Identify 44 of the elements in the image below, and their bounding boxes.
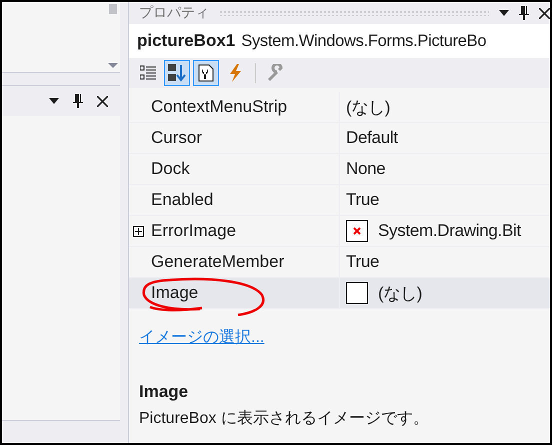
properties-button[interactable] xyxy=(193,60,219,86)
wrench-icon xyxy=(267,64,285,82)
panel-title: プロパティ xyxy=(139,4,209,22)
alphabetical-button[interactable] xyxy=(164,60,190,86)
dropdown-icon xyxy=(49,98,59,104)
close-icon xyxy=(97,96,108,106)
expand-icon[interactable] xyxy=(132,226,144,236)
property-value[interactable]: (なし) xyxy=(346,96,390,118)
property-row[interactable]: Image (なし) xyxy=(129,278,550,309)
property-name[interactable]: ErrorImage xyxy=(147,216,340,246)
property-value[interactable]: (なし) xyxy=(378,282,422,304)
sort-icon xyxy=(168,64,186,82)
pin-icon xyxy=(519,6,529,20)
object-selector[interactable]: pictureBox1 System.Windows.Forms.PictureBo xyxy=(129,24,550,58)
property-row[interactable]: ErrorImage System.Drawing.Bit xyxy=(129,216,550,247)
property-value[interactable]: True xyxy=(346,252,380,272)
categorized-list-icon xyxy=(140,65,156,81)
description-text: PictureBox に表示されるイメージです。 xyxy=(139,408,430,429)
scrollbar-thumb[interactable] xyxy=(109,4,117,14)
property-name[interactable]: Dock xyxy=(147,154,340,184)
property-value[interactable]: True xyxy=(346,190,380,210)
error-image-thumbnail xyxy=(346,220,368,242)
property-name[interactable]: GenerateMember xyxy=(147,247,340,277)
property-row[interactable]: Dock None xyxy=(129,154,550,185)
description-title: Image xyxy=(139,382,190,402)
empty-image-thumbnail xyxy=(346,282,368,304)
property-value[interactable]: Default xyxy=(346,128,398,148)
dropdown-icon xyxy=(499,10,509,16)
pin-icon xyxy=(73,94,83,108)
property-name[interactable]: ContextMenuStrip xyxy=(147,92,340,122)
scroll-down-icon[interactable] xyxy=(108,63,118,68)
property-name[interactable]: Enabled xyxy=(147,185,340,215)
lightning-icon xyxy=(228,64,242,82)
property-value[interactable]: System.Drawing.Bit xyxy=(378,221,521,241)
property-row[interactable]: GenerateMember True xyxy=(129,247,550,278)
property-name[interactable]: Cursor xyxy=(147,123,340,153)
property-row[interactable]: ContextMenuStrip (なし) xyxy=(129,92,550,123)
property-page-icon xyxy=(197,64,215,82)
property-value[interactable]: None xyxy=(346,159,386,179)
property-row[interactable]: Enabled True xyxy=(129,185,550,216)
property-row[interactable]: Cursor Default xyxy=(129,123,550,154)
close-icon xyxy=(539,8,550,18)
property-name[interactable]: Image xyxy=(147,278,340,308)
choose-image-link[interactable]: イメージの選択... xyxy=(139,327,264,348)
